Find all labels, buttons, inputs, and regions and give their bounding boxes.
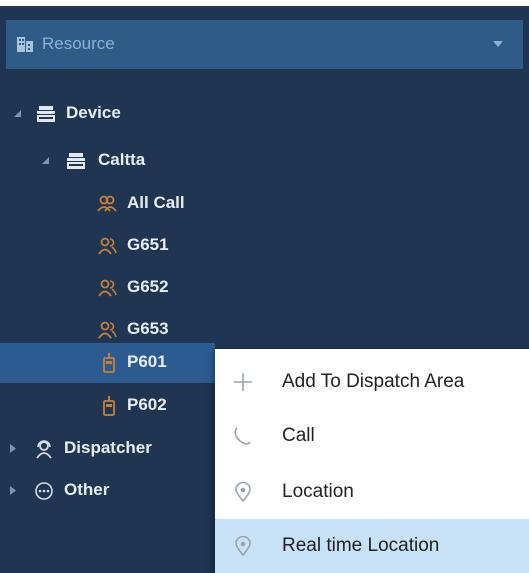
menu-label: Location <box>282 481 354 502</box>
tree-node-p601[interactable]: P601 <box>0 343 215 383</box>
menu-label: Add To Dispatch Area <box>282 371 465 392</box>
expand-caret-icon[interactable] <box>14 110 21 117</box>
phone-icon <box>234 427 251 445</box>
group-icon <box>98 237 117 255</box>
tree-label-g652: G652 <box>127 277 169 296</box>
collapsed-caret-icon[interactable] <box>10 486 16 495</box>
tree-label-caltta: Caltta <box>98 150 146 169</box>
tree-node-all-call[interactable]: All Call <box>0 184 529 224</box>
menu-item-location[interactable]: Location <box>215 465 529 519</box>
location-pin-icon <box>235 536 251 556</box>
tree-node-g651[interactable]: G651 <box>0 226 529 266</box>
device-icon <box>37 106 55 122</box>
tree-label-p601: P601 <box>127 352 167 371</box>
tree-node-g652[interactable]: G652 <box>0 268 529 308</box>
expand-caret-icon[interactable] <box>42 157 49 164</box>
plus-icon <box>234 373 252 391</box>
tree-node-caltta[interactable]: Caltta <box>0 141 529 181</box>
group-call-icon <box>97 195 117 212</box>
building-icon <box>17 37 33 52</box>
device-icon <box>67 153 85 169</box>
location-pin-icon <box>235 482 251 502</box>
tree-label-other: Other <box>64 480 110 499</box>
tree-label-g651: G651 <box>127 235 169 254</box>
collapsed-caret-icon[interactable] <box>10 444 16 453</box>
tree-label-p602: P602 <box>127 395 167 414</box>
menu-label: Real time Location <box>282 535 440 556</box>
menu-item-call[interactable]: Call <box>215 409 529 463</box>
dropdown-caret-icon[interactable] <box>493 41 503 47</box>
tree-label-dispatcher: Dispatcher <box>64 438 152 457</box>
radio-icon <box>103 396 115 416</box>
tree-label-g653: G653 <box>127 319 169 338</box>
resource-label: Resource <box>42 34 115 53</box>
menu-label: Call <box>282 425 315 446</box>
dispatcher-icon <box>36 440 52 459</box>
context-menu: Add To Dispatch Area Call Location Real … <box>215 349 529 573</box>
more-icon <box>35 482 53 500</box>
tree-node-device[interactable]: Device <box>0 94 529 134</box>
group-icon <box>98 321 117 339</box>
tree-label-all-call: All Call <box>127 193 185 212</box>
group-icon <box>98 279 117 297</box>
radio-icon <box>103 353 115 373</box>
tree-label-device: Device <box>66 103 121 122</box>
resource-dropdown[interactable]: Resource <box>6 20 523 69</box>
menu-item-add-to-dispatch-area[interactable]: Add To Dispatch Area <box>215 355 529 409</box>
menu-item-real-time-location[interactable]: Real time Location <box>215 519 529 573</box>
